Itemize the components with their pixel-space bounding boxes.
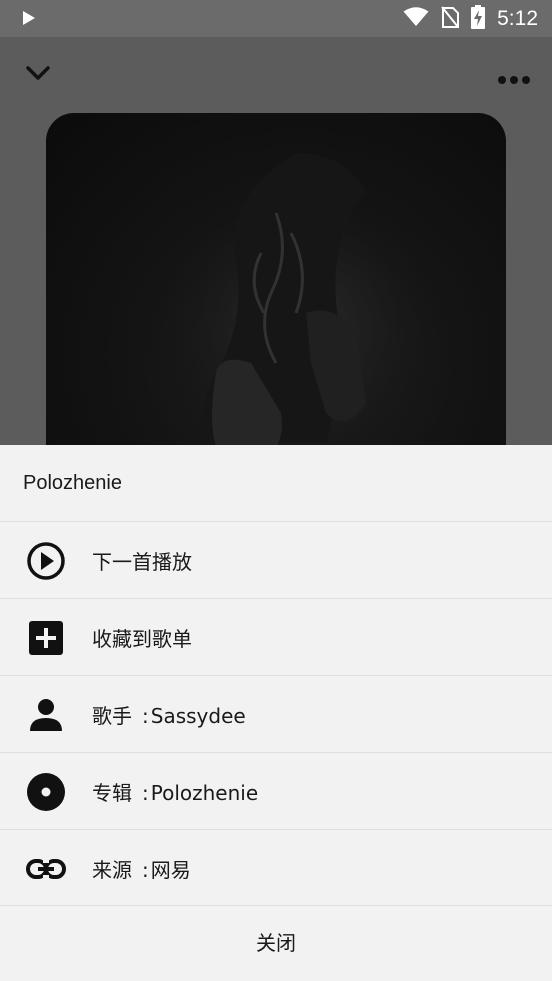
disc-icon xyxy=(26,772,66,812)
artist-name: Sassydee xyxy=(150,704,246,728)
link-icon xyxy=(26,849,66,889)
play-next-item[interactable]: 下一首播放 xyxy=(0,522,552,599)
separator: : xyxy=(142,704,149,728)
more-horizontal-icon[interactable] xyxy=(497,70,531,89)
add-to-playlist-item[interactable]: 收藏到歌单 xyxy=(0,599,552,676)
status-bar: 5:12 xyxy=(0,0,552,37)
source-item[interactable]: 来源: 网易 xyxy=(0,830,552,907)
player-area xyxy=(0,37,552,445)
play-indicator-icon xyxy=(22,10,36,30)
person-icon xyxy=(26,695,66,735)
song-options-sheet: Polozhenie 下一首播放 收藏到歌单 歌手: Sassydee 专辑 … xyxy=(0,445,552,981)
artwork-image xyxy=(46,113,506,445)
source-name: 网易 xyxy=(150,858,191,882)
sheet-title: Polozhenie xyxy=(23,472,122,494)
album-row-text: 专辑: Polozhenie xyxy=(92,777,258,806)
no-sim-icon xyxy=(441,5,460,32)
play-next-label: 下一首播放 xyxy=(92,550,192,574)
album-item[interactable]: 专辑: Polozhenie xyxy=(0,753,552,830)
artist-item[interactable]: 歌手: Sassydee xyxy=(0,676,552,753)
add-to-playlist-label: 收藏到歌单 xyxy=(92,627,192,651)
play-circle-icon xyxy=(26,541,66,581)
chevron-down-icon[interactable] xyxy=(25,64,51,86)
wifi-icon xyxy=(403,6,429,31)
separator: : xyxy=(142,858,149,882)
album-label: 专辑 xyxy=(92,781,132,805)
separator: : xyxy=(142,781,149,805)
source-label: 来源 xyxy=(92,858,132,882)
status-time: 5:12 xyxy=(497,6,538,30)
source-row-text: 来源: 网易 xyxy=(92,854,191,883)
close-button[interactable]: 关闭 xyxy=(0,905,552,981)
battery-charging-icon xyxy=(471,4,486,33)
artist-label: 歌手 xyxy=(92,704,132,728)
album-artwork xyxy=(46,113,506,445)
artist-row-text: 歌手: Sassydee xyxy=(92,700,246,729)
add-box-icon xyxy=(26,618,66,658)
album-name: Polozhenie xyxy=(150,781,259,805)
